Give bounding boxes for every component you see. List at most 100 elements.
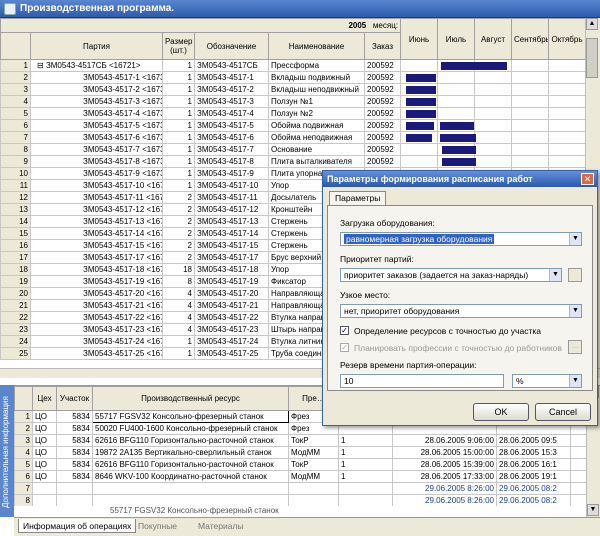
reserve-label: Резерв времени партия-операции:: [340, 360, 477, 370]
plan-professions-checkbox[interactable]: ✓: [340, 343, 349, 352]
col-header-size[interactable]: Размер (шт.): [162, 32, 195, 60]
start-cell: 29.06.2005 8:26:00: [392, 482, 497, 495]
gantt-bar[interactable]: [442, 158, 476, 166]
part-cell: ЗМ0543-4517-4 <16733>: [30, 107, 163, 120]
size-cell: 2: [162, 203, 195, 216]
scroll-down-icon[interactable]: ▼: [587, 504, 599, 516]
col-header-part[interactable]: Партия: [30, 32, 163, 60]
table-row[interactable]: 5ЗМ0543-4517-4 <16733>1ЗМ0543-4517-4Полз…: [0, 107, 586, 120]
table-row[interactable]: 5 ЦО 5834 62616 BFG110 Горизонтально-расточ…: [14, 458, 600, 471]
rownum: 11: [0, 179, 31, 192]
additional-info-sidebar[interactable]: Дополнительная информация: [0, 385, 14, 517]
code-cell: ЗМ0543-4517-25: [194, 347, 269, 360]
size-cell: 1: [162, 107, 195, 120]
chevron-down-icon[interactable]: ▼: [569, 233, 581, 245]
col-header-area[interactable]: Участок: [56, 386, 93, 411]
dialog-title[interactable]: Параметры формирования расписания работ: [323, 171, 597, 187]
gantt-cell: [511, 155, 549, 168]
chevron-down-icon[interactable]: ▼: [549, 269, 561, 281]
load-select[interactable]: равномерная загрузка оборудования ▼: [340, 232, 582, 246]
tab-purchased[interactable]: Покупные: [134, 519, 181, 533]
chevron-down-icon[interactable]: ▼: [569, 375, 581, 387]
collapse-icon[interactable]: ⊟: [37, 61, 46, 70]
gantt-cell: [474, 107, 512, 120]
tab-parameters[interactable]: Параметры: [329, 191, 387, 205]
gantt-bar[interactable]: [406, 74, 436, 82]
bottleneck-select[interactable]: нет, приоритет оборудования ▼: [340, 304, 582, 318]
rownum: 14: [0, 215, 31, 228]
col-header-name[interactable]: Наименование: [268, 32, 365, 60]
chevron-down-icon[interactable]: ▼: [569, 305, 581, 317]
table-row[interactable]: 4 ЦО 5834 19872 2А135 Вертикально-сверлильн…: [14, 446, 600, 459]
priority-select[interactable]: приоритет заказов (задается на заказ-нар…: [340, 268, 562, 282]
load-label: Загрузка оборудования:: [340, 218, 435, 228]
gantt-bar[interactable]: [406, 134, 432, 142]
rownum: 8: [0, 143, 31, 156]
gantt-bar[interactable]: [440, 122, 474, 130]
col-header-code[interactable]: Обозначение: [194, 32, 269, 60]
name-cell: Ползун №1: [268, 95, 365, 108]
resource-cell: 19872 2А135 Вертикально-сверлильный стан…: [92, 446, 289, 459]
table-row[interactable]: 3ЗМ0543-4517-2 <16731>1ЗМ0543-4517-2Вкла…: [0, 83, 586, 96]
end-cell: 29.06.2005 08:2: [496, 482, 571, 495]
gantt-bar[interactable]: [406, 98, 436, 106]
cancel-button[interactable]: Cancel: [535, 403, 591, 421]
gantt-bar[interactable]: [441, 62, 507, 70]
gantt-cell: [511, 131, 549, 144]
code-cell: ЗМ0543-4517-12: [194, 203, 269, 216]
reserve-unit-select[interactable]: % ▼: [512, 374, 582, 388]
table-row[interactable]: 9ЗМ0543-4517-8 <16737>1ЗМ0543-4517-8Плит…: [0, 155, 586, 168]
code-cell: ЗМ0543-4517-21: [194, 299, 269, 312]
table-row[interactable]: 6ЗМ0543-4517-5 <16734>1ЗМ0543-4517-5Обой…: [0, 119, 586, 132]
shop-cell: ЦО: [32, 458, 57, 471]
close-icon[interactable]: ✕: [581, 173, 594, 185]
code-cell: ЗМ0543-4517-13: [194, 215, 269, 228]
col-header-order[interactable]: Заказ: [364, 32, 401, 60]
size-cell: 4: [162, 287, 195, 300]
code-cell: ЗМ0543-4517-18: [194, 263, 269, 276]
resource-cell: [92, 482, 289, 495]
tab-operations-info[interactable]: Информация об операциях: [18, 519, 137, 533]
gantt-bar[interactable]: [406, 110, 436, 118]
name-cell: Вкладыш неподвижный: [268, 83, 365, 96]
shop-cell: ЦО: [32, 410, 57, 423]
rownum: 7: [14, 482, 33, 495]
part-cell: ЗМ0543-4517-2 <16731>: [30, 83, 163, 96]
table-row[interactable]: 7 29.06.2005 8:26:00 29.06.2005 08:2: [14, 482, 600, 495]
scroll-up-icon[interactable]: ▲: [586, 18, 598, 30]
table-row[interactable]: 7ЗМ0543-4517-6 <16735>1ЗМ0543-4517-6Обой…: [0, 131, 586, 144]
gantt-cell: [548, 71, 586, 84]
scroll-thumb[interactable]: [586, 38, 598, 78]
table-row[interactable]: 2ЗМ0543-4517-1 <16730>1ЗМ0543-4517-1Вкла…: [0, 71, 586, 84]
table-row[interactable]: 8ЗМ0543-4517-7 <16736>1ЗМ0543-4517-7Осно…: [0, 143, 586, 156]
tab-materials[interactable]: Материалы: [194, 519, 248, 533]
professions-browse-button[interactable]: …: [568, 340, 582, 354]
part-cell: ЗМ0543-4517-19 <16747>: [30, 275, 163, 288]
reserve-input[interactable]: 10: [340, 374, 504, 388]
table-row[interactable]: 3 ЦО 5834 62616 BFG110 Горизонтально-расточ…: [14, 434, 600, 447]
window-title-bar[interactable]: Производственная программа.: [0, 0, 600, 18]
shop-cell: [32, 494, 57, 507]
priority-browse-button[interactable]: [568, 268, 582, 282]
name-cell: Вкладыш подвижный: [268, 71, 365, 84]
table-row[interactable]: 4ЗМ0543-4517-3 <16732>1ЗМ0543-4517-3Полз…: [0, 95, 586, 108]
col-header-shop[interactable]: Цех: [32, 386, 57, 411]
order-cell: 200592: [364, 95, 401, 108]
gantt-bar[interactable]: [442, 146, 476, 154]
rownum: 20: [0, 287, 31, 300]
gantt-cell: [437, 107, 475, 120]
name-cell: Обойма неподвижная: [268, 131, 365, 144]
month-august: Август: [474, 18, 512, 60]
gantt-cell: [474, 95, 512, 108]
table-row[interactable]: 8 29.06.2005 8:26:00 29.06.2005 08:2: [14, 494, 600, 507]
col-header-resource[interactable]: Производственный ресурс: [92, 386, 289, 411]
ok-button[interactable]: OK: [473, 403, 529, 421]
gantt-bar[interactable]: [440, 134, 476, 142]
size-cell: 1: [162, 167, 195, 180]
shop-cell: ЦО: [32, 422, 57, 435]
operation-cell: [288, 494, 339, 507]
gantt-bar[interactable]: [406, 86, 436, 94]
gantt-bar[interactable]: [406, 122, 434, 130]
table-row[interactable]: 6 ЦО 5834 8646 WKV-100 Координатно-расточно…: [14, 470, 600, 483]
resource-area-checkbox[interactable]: ✓: [340, 326, 349, 335]
